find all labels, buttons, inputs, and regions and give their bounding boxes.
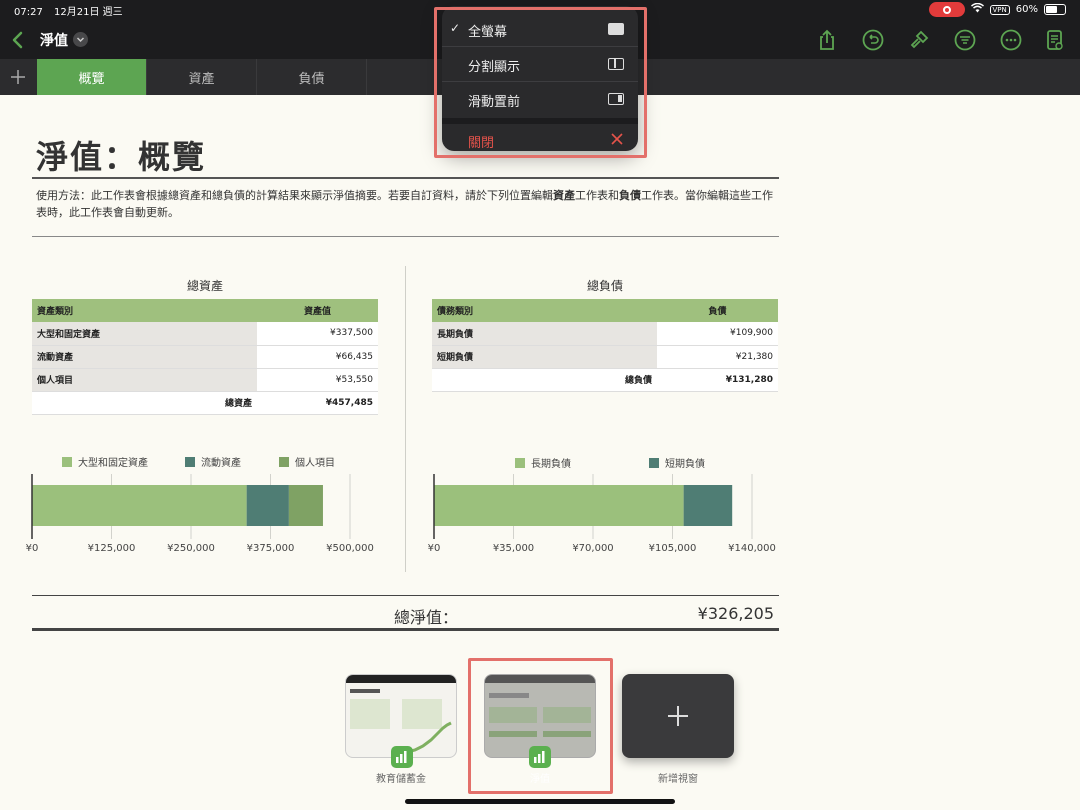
column-header[interactable]: 負債 xyxy=(657,299,778,322)
add-sheet-icon[interactable] xyxy=(0,59,36,95)
column-header[interactable]: 資產類別 xyxy=(32,299,257,322)
chevron-down-icon[interactable] xyxy=(73,32,88,47)
share-icon[interactable] xyxy=(815,28,839,52)
document-title[interactable]: 淨值 xyxy=(40,30,68,50)
legend-swatch xyxy=(62,456,72,467)
assets-bar-chart[interactable]: ¥0 ¥125,000 ¥250,000 ¥375,000 ¥500,000 xyxy=(26,474,374,556)
shelf-window-label: 新增視窗 xyxy=(658,774,698,785)
table-cell[interactable]: 個人項目 xyxy=(32,368,257,392)
chart-legend-item: 大型和固定資產 xyxy=(62,454,148,469)
bar-segment xyxy=(683,485,733,526)
legend-swatch xyxy=(279,456,289,467)
bar-segment xyxy=(288,485,323,526)
net-worth-value: ¥326,205 xyxy=(697,604,774,623)
table-cell[interactable]: 流動資產 xyxy=(32,345,257,369)
net-worth-label: 總淨值： xyxy=(394,608,459,627)
plus-icon xyxy=(668,706,688,726)
axis-tick-label: ¥105,000 xyxy=(649,543,697,554)
axis-tick-label: ¥250,000 xyxy=(167,543,215,554)
battery-icon xyxy=(1044,4,1066,15)
wifi-icon xyxy=(970,2,984,16)
table-cell[interactable]: ¥337,500 xyxy=(257,322,378,346)
table-total-row[interactable]: 總負債 ¥131,280 xyxy=(432,367,778,392)
assets-table[interactable]: 資產類別 資產值 大型和固定資產 ¥337,500 流動資產 ¥66,435 個… xyxy=(32,299,378,415)
net-worth-top-rule xyxy=(32,595,779,596)
legend-swatch xyxy=(185,456,195,467)
legend-swatch xyxy=(649,457,659,468)
table-cell[interactable]: 長期負債 xyxy=(432,322,657,346)
axis-tick-label: ¥70,000 xyxy=(572,543,613,554)
format-brush-icon[interactable] xyxy=(907,28,931,52)
total-label[interactable]: 總負債 xyxy=(432,367,657,392)
organize-icon[interactable] xyxy=(953,28,977,52)
table-cell[interactable]: ¥66,435 xyxy=(257,345,378,369)
more-icon[interactable] xyxy=(999,28,1023,52)
table-cell[interactable]: 短期負債 xyxy=(432,345,657,369)
chart-legend-item: 短期負債 xyxy=(649,455,705,470)
total-value[interactable]: ¥457,485 xyxy=(257,390,378,415)
undo-icon[interactable] xyxy=(861,28,885,52)
column-header[interactable]: 資產值 xyxy=(257,299,378,322)
net-worth-bottom-rule xyxy=(32,628,779,631)
axis-tick-label: ¥0 xyxy=(428,543,441,554)
liabilities-table[interactable]: 債務類別 負債 長期負債 ¥109,900 短期負債 ¥21,380 總負債 ¥… xyxy=(432,299,778,392)
bar-segment xyxy=(246,485,289,526)
table-row[interactable]: 長期負債 ¥109,900 xyxy=(432,322,778,346)
home-indicator[interactable] xyxy=(405,799,675,804)
axis-tick-label: ¥375,000 xyxy=(247,543,295,554)
page-title: 淨值：概覽 xyxy=(36,138,207,176)
table-header-row: 資產類別 資產值 xyxy=(32,299,378,322)
battery-percent: 60% xyxy=(1015,4,1038,15)
liabilities-bar-chart[interactable]: ¥0 ¥35,000 ¥70,000 ¥105,000 ¥140,000 xyxy=(428,474,776,556)
axis-tick-label: ¥140,000 xyxy=(728,543,776,554)
menu-highlight-annotation xyxy=(434,7,647,158)
axis-tick-label: ¥500,000 xyxy=(326,543,374,554)
vpn-badge: VPN xyxy=(989,4,1010,15)
column-divider xyxy=(405,266,406,572)
bar-segment xyxy=(434,485,684,526)
screen-recording-indicator[interactable] xyxy=(928,2,965,17)
legend-swatch xyxy=(515,457,525,468)
table-row[interactable]: 大型和固定資產 ¥337,500 xyxy=(32,322,378,346)
table-cell[interactable]: ¥53,550 xyxy=(257,368,378,392)
chart-legend-item: 流動資產 xyxy=(185,454,241,469)
title-divider xyxy=(32,177,779,179)
chart-legend-item: 長期負債 xyxy=(515,455,571,470)
document-view-icon[interactable] xyxy=(1043,28,1067,52)
new-window-button[interactable] xyxy=(622,674,734,758)
column-header[interactable]: 債務類別 xyxy=(432,299,657,322)
tab-liabilities[interactable]: 負債 xyxy=(257,59,367,95)
bar-segment xyxy=(32,485,247,526)
chart-legend-item: 個人項目 xyxy=(279,454,335,469)
table-cell[interactable]: ¥21,380 xyxy=(657,345,778,369)
table-row[interactable]: 短期負債 ¥21,380 xyxy=(432,345,778,369)
liabilities-table-title: 總負債 xyxy=(586,279,623,293)
total-label[interactable]: 總資產 xyxy=(32,390,257,415)
axis-tick-label: ¥35,000 xyxy=(493,543,534,554)
shelf-window-label: 教育儲蓄金 xyxy=(376,774,426,785)
axis-tick-label: ¥0 xyxy=(26,543,39,554)
numbers-app-icon xyxy=(391,746,413,768)
shelf-highlight-annotation xyxy=(468,658,613,794)
axis-tick-label: ¥125,000 xyxy=(88,543,136,554)
status-time: 07:27 xyxy=(14,7,43,18)
tab-assets[interactable]: 資產 xyxy=(147,59,257,95)
table-row[interactable]: 個人項目 ¥53,550 xyxy=(32,368,378,392)
status-date: 12月21日 週三 xyxy=(54,7,123,18)
table-total-row[interactable]: 總資產 ¥457,485 xyxy=(32,390,378,415)
table-header-row: 債務類別 負債 xyxy=(432,299,778,322)
tab-overview[interactable]: 概覽 xyxy=(37,59,147,95)
table-cell[interactable]: ¥109,900 xyxy=(657,322,778,346)
table-cell[interactable]: 大型和固定資產 xyxy=(32,322,257,346)
back-chevron-icon[interactable] xyxy=(8,28,30,52)
table-row[interactable]: 流動資產 ¥66,435 xyxy=(32,345,378,369)
description-divider xyxy=(32,236,779,237)
sheet-description: 使用方法：此工作表會根據總資產和總負債的計算結果來顯示淨值摘要。若要自訂資料，請… xyxy=(36,189,773,219)
assets-table-title: 總資產 xyxy=(186,279,223,293)
total-value[interactable]: ¥131,280 xyxy=(657,367,778,392)
